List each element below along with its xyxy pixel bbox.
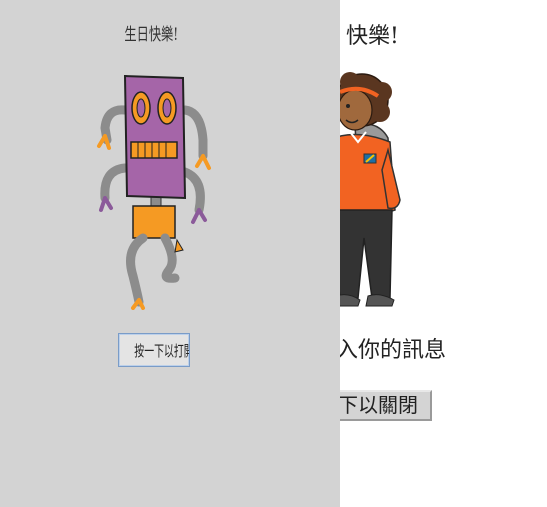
- inside-title: 快樂!: [346, 24, 399, 49]
- card-stage: 快樂! 入你的訊息 下以關閉 生日快樂! 按一下以打開: [0, 0, 547, 507]
- card-cover: 生日快樂! 按一下以打開: [0, 0, 340, 507]
- cover-title: 生日快樂!: [124, 25, 179, 45]
- inside-message: 入你的訊息: [336, 338, 447, 363]
- robot-illustration-icon: [97, 74, 211, 310]
- open-button-label: 按一下以打開: [134, 341, 190, 360]
- open-card-button[interactable]: 按一下以打開: [118, 333, 190, 367]
